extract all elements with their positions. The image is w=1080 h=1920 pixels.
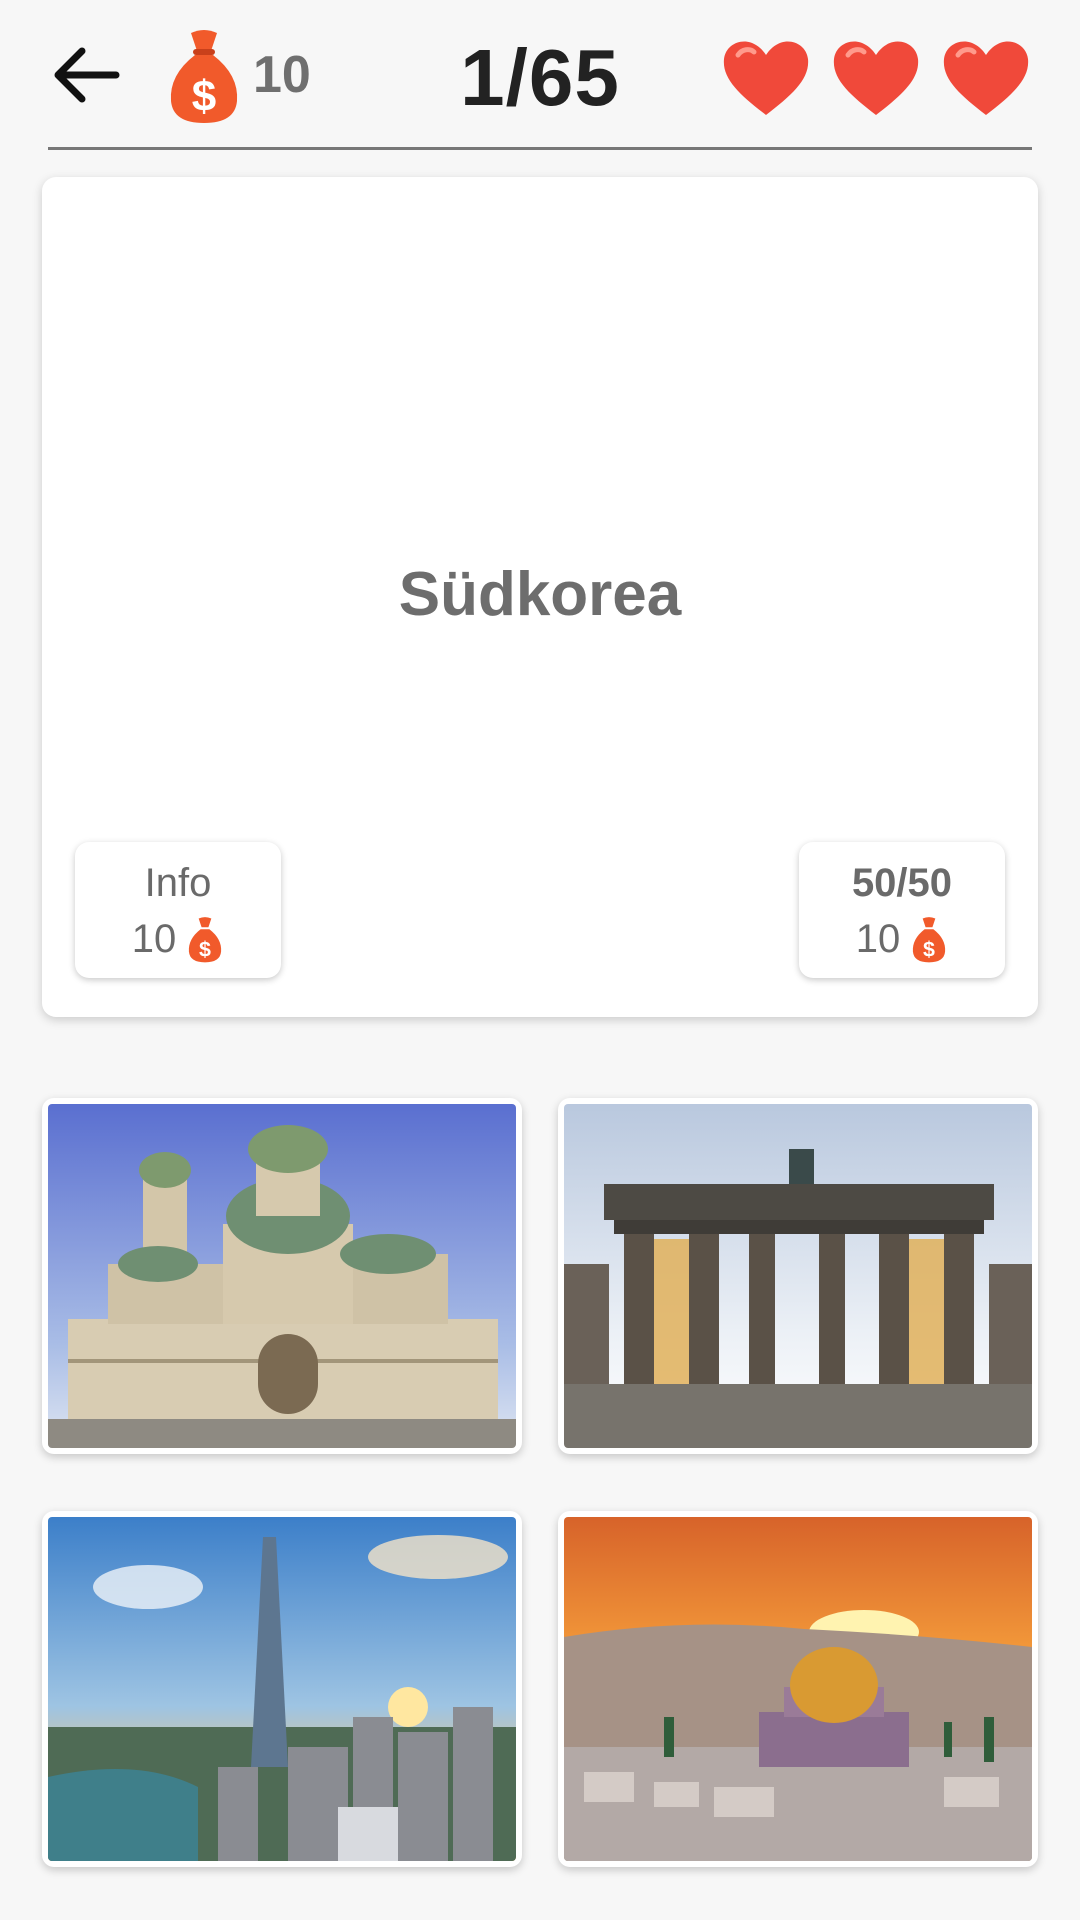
cathedral-image xyxy=(48,1104,516,1448)
header-divider xyxy=(48,147,1032,150)
lives xyxy=(720,35,1032,119)
top-bar: $ 10 1/65 xyxy=(0,0,1080,150)
lotte-tower-image xyxy=(48,1517,516,1861)
fifty-fifty-hint-button[interactable]: 50/50 10 $ xyxy=(799,842,1005,978)
brandenburg-gate-image xyxy=(564,1104,1032,1448)
question-country: Südkorea xyxy=(398,560,682,629)
answer-option-tower[interactable] xyxy=(42,1511,522,1867)
svg-text:$: $ xyxy=(199,938,211,962)
info-hint-cost: 10 $ xyxy=(75,914,281,964)
heart-icon xyxy=(943,41,1029,115)
svg-text:$: $ xyxy=(923,938,935,962)
fifty-fifty-cost: 10 $ xyxy=(799,914,1005,964)
answer-option-dome[interactable] xyxy=(558,1511,1038,1867)
heart-icon xyxy=(833,41,919,115)
info-hint-cost-value: 10 xyxy=(131,917,177,961)
info-hint-label: Info xyxy=(144,861,212,905)
fifty-fifty-label: 50/50 xyxy=(851,861,953,905)
question-card: Südkorea Info 10 $ 50/50 10 $ xyxy=(42,177,1038,1017)
answer-option-gate[interactable] xyxy=(558,1098,1038,1454)
money-bag-icon: $ xyxy=(189,917,222,963)
answer-option-cathedral[interactable] xyxy=(42,1098,522,1454)
dome-of-the-rock-image xyxy=(564,1517,1032,1861)
money-bag-icon: $ xyxy=(913,917,946,963)
info-hint-button[interactable]: Info 10 $ xyxy=(75,842,281,978)
heart-icon xyxy=(723,41,809,115)
fifty-fifty-cost-value: 10 xyxy=(855,917,901,961)
